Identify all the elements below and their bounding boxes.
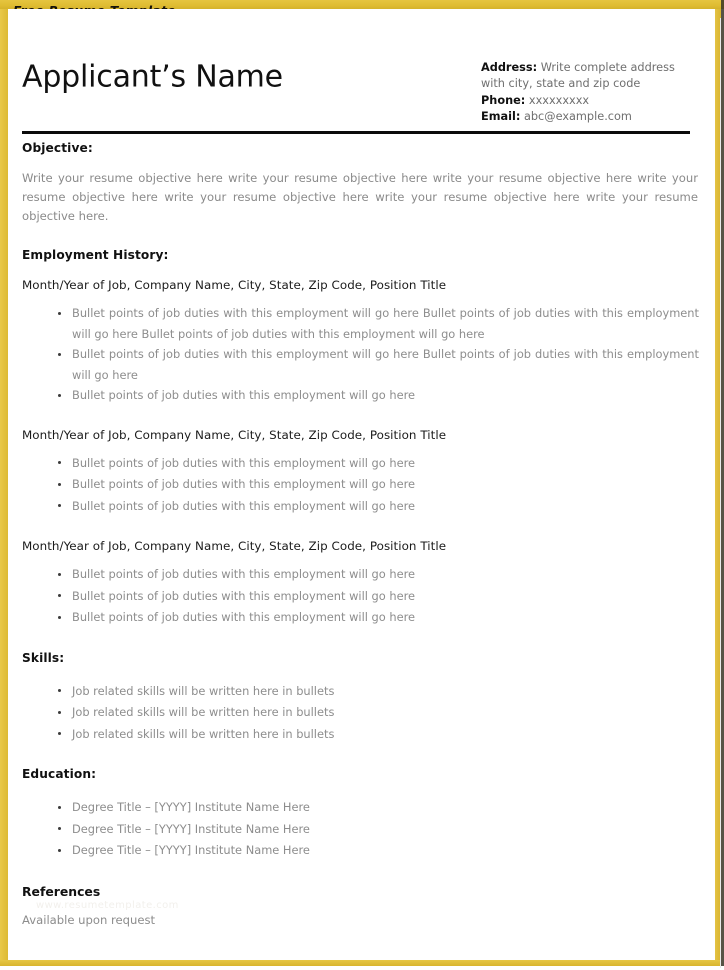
job-header-3: Month/Year of Job, Company Name, City, S… bbox=[22, 539, 447, 553]
list-item: Bullet points of job duties with this em… bbox=[58, 607, 699, 629]
faint-watermark-text: www.resumetemplate.com bbox=[36, 899, 179, 911]
resume-header: Applicant’s Name Address: Write complete… bbox=[8, 9, 713, 123]
section-heading-objective: Objective: bbox=[22, 141, 93, 155]
contact-email-line: Email: abc@example.com bbox=[481, 109, 693, 125]
resume-body: Objective: Write your resume objective h… bbox=[8, 141, 713, 929]
job-bullets-3: Bullet points of job duties with this em… bbox=[8, 564, 713, 629]
applicant-name: Applicant’s Name bbox=[22, 59, 283, 95]
list-item: Bullet points of job duties with this em… bbox=[58, 453, 699, 475]
job-header-1: Month/Year of Job, Company Name, City, S… bbox=[22, 278, 447, 292]
list-item: Degree Title – [YYYY] Institute Name Her… bbox=[58, 797, 699, 819]
list-item: Bullet points of job duties with this em… bbox=[58, 303, 699, 344]
list-item: Bullet points of job duties with this em… bbox=[58, 586, 699, 608]
skills-bullets: Job related skills will be written here … bbox=[8, 681, 713, 746]
job-bullets-1: Bullet points of job duties with this em… bbox=[8, 303, 713, 406]
list-item: Job related skills will be written here … bbox=[58, 681, 699, 703]
objective-body-text: Write your resume objective here write y… bbox=[22, 171, 698, 223]
section-heading-references: References bbox=[22, 883, 101, 899]
section-heading-skills: Skills: bbox=[22, 650, 65, 665]
references-body-text: Available upon request bbox=[22, 912, 156, 927]
job-header-2: Month/Year of Job, Company Name, City, S… bbox=[22, 427, 447, 442]
section-heading-employment: Employment History: bbox=[22, 248, 169, 262]
list-item: Job related skills will be written here … bbox=[58, 702, 699, 724]
contact-phone-line: Phone: xxxxxxxxx bbox=[481, 93, 693, 109]
education-bullets: Degree Title – [YYYY] Institute Name Her… bbox=[8, 797, 713, 862]
phone-label: Phone: bbox=[481, 93, 526, 107]
address-label: Address: bbox=[481, 61, 538, 74]
frame-left-border bbox=[0, 9, 8, 961]
list-item: Bullet points of job duties with this em… bbox=[58, 496, 699, 518]
list-item: Bullet points of job duties with this em… bbox=[58, 344, 699, 385]
email-value: abc@example.com bbox=[520, 109, 632, 123]
list-item: Bullet points of job duties with this em… bbox=[58, 474, 699, 496]
section-heading-education: Education: bbox=[22, 767, 97, 781]
contact-block: Address: Write complete address with cit… bbox=[481, 60, 693, 125]
contact-address-line: Address: Write complete address with cit… bbox=[481, 60, 693, 93]
list-item: Bullet points of job duties with this em… bbox=[58, 564, 699, 586]
list-item: Bullet points of job duties with this em… bbox=[58, 385, 699, 406]
phone-value: xxxxxxxxx bbox=[525, 93, 590, 107]
resume-page-frame: Free Resume Template Applicant’s Name Ad… bbox=[0, 0, 724, 970]
list-item: Degree Title – [YYYY] Institute Name Her… bbox=[58, 840, 699, 862]
job-bullets-2: Bullet points of job duties with this em… bbox=[8, 453, 713, 518]
list-item: Degree Title – [YYYY] Institute Name Her… bbox=[58, 819, 699, 841]
list-item: Job related skills will be written here … bbox=[58, 724, 699, 746]
header-divider-rule bbox=[22, 131, 690, 134]
email-label: Email: bbox=[481, 109, 521, 123]
resume-document: Applicant’s Name Address: Write complete… bbox=[8, 9, 721, 968]
frame-bottom-edge bbox=[0, 966, 724, 970]
